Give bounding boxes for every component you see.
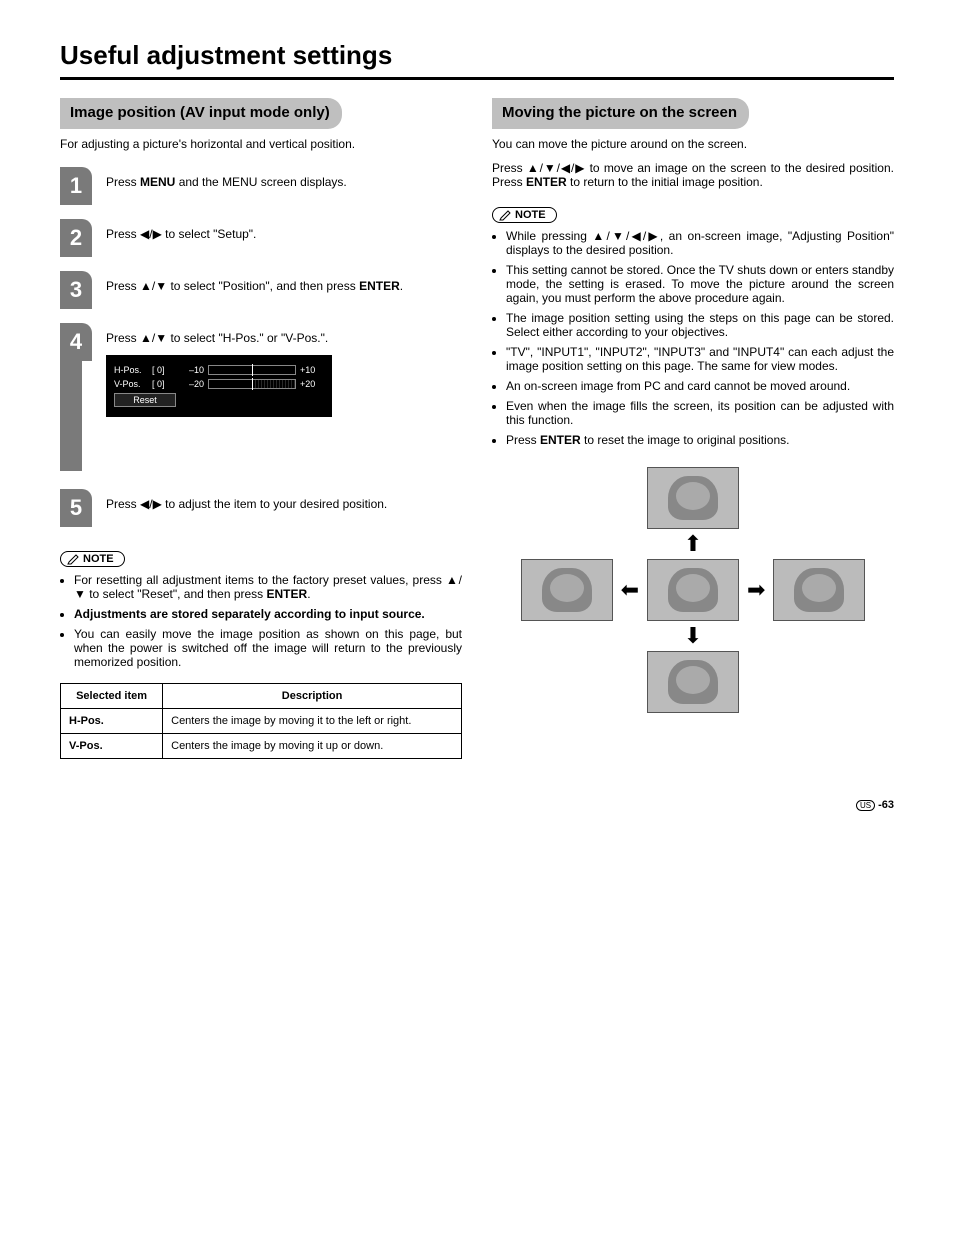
osd-h-min: –10 [180,365,204,375]
step-number: 4 [60,323,92,361]
note-badge: NOTE [492,207,557,223]
osd-v-slider [208,379,296,389]
table-header: Description [163,683,462,708]
up-down-arrow-icon: ▲/▼ [140,279,167,293]
table-cell: V-Pos. [61,733,163,758]
table-cell: H-Pos. [61,708,163,733]
osd-panel: H-Pos. [ 0] –10 +10 V-Pos. [ 0] –20 +20 … [106,355,332,417]
osd-h-slider [208,365,296,375]
osd-h-label: H-Pos. [114,365,152,375]
thumb-right [773,559,865,621]
note-item: You can easily move the image position a… [74,627,462,669]
paragraph: Press ▲/▼/◀/▶ to move an image on the sc… [492,161,894,189]
step-3: 3 Press ▲/▼ to select "Position", and th… [60,271,462,309]
four-way-arrow-icon: ▲/▼/◀/▶ [592,229,659,243]
illustration: ⬆ ⬅ ➡ ⬇ [492,467,894,713]
note-item: Press ENTER to reset the image to origin… [506,433,894,447]
step-number: 2 [60,219,92,257]
step-text: to adjust the item to your desired posit… [162,497,387,511]
menu-bold: MENU [140,175,175,189]
note-label: NOTE [83,553,114,565]
right-column: Moving the picture on the screen You can… [492,98,894,759]
note-item: "TV", "INPUT1", "INPUT2", "INPUT3" and "… [506,345,894,373]
note-item: Adjustments are stored separately accord… [74,607,462,621]
step-side-bar [60,361,82,471]
osd-h-value: [ 0] [152,365,180,375]
note-item: Even when the image fills the screen, it… [506,399,894,427]
step-text: Press [106,227,140,241]
osd-reset: Reset [114,393,176,407]
step-text: to select "Setup". [162,227,257,241]
step-text: Press [106,279,140,293]
note-label: NOTE [515,209,546,221]
osd-v-min: –20 [180,379,204,389]
step-text: . [400,279,403,293]
page-title: Useful adjustment settings [60,40,894,71]
step-2: 2 Press ◀/▶ to select "Setup". [60,219,462,257]
intro-text: For adjusting a picture's horizontal and… [60,137,462,151]
note-icon [67,553,79,565]
us-badge: US [856,800,875,811]
up-arrow-icon: ⬆ [684,533,702,555]
description-table: Selected item Description H-Pos. Centers… [60,683,462,759]
thumb-left [521,559,613,621]
note-item: An on-screen image from PC and card cann… [506,379,894,393]
step-text: Press [106,175,140,189]
note-list: For resetting all adjustment items to th… [60,573,462,669]
osd-h-max: +10 [300,365,324,375]
left-right-arrow-icon: ◀/▶ [140,227,162,241]
note-item: For resetting all adjustment items to th… [74,573,462,601]
section-heading-moving-picture: Moving the picture on the screen [492,98,749,129]
intro-text: You can move the picture around on the s… [492,137,894,151]
note-badge: NOTE [60,551,125,567]
step-text: to select "H-Pos." or "V-Pos.". [167,331,328,345]
thumb-bottom [647,651,739,713]
left-right-arrow-icon: ◀/▶ [140,497,162,511]
table-cell: Centers the image by moving it to the le… [163,708,462,733]
step-1: 1 Press MENU and the MENU screen display… [60,167,462,205]
note-item: This setting cannot be stored. Once the … [506,263,894,305]
up-down-arrow-icon: ▲/▼ [140,331,167,345]
step-text: to select "Position", and then press [167,279,359,293]
down-arrow-icon: ⬇ [684,625,702,647]
osd-v-max: +20 [300,379,324,389]
step-text: and the MENU screen displays. [175,175,346,189]
osd-v-label: V-Pos. [114,379,152,389]
note-item: While pressing ▲/▼/◀/▶, an on-screen ima… [506,229,894,257]
table-header: Selected item [61,683,163,708]
step-text: Press [106,497,140,511]
step-4: 4 Press ▲/▼ to select "H-Pos." or "V-Pos… [60,323,462,471]
section-heading-image-position: Image position (AV input mode only) [60,98,342,129]
step-number: 3 [60,271,92,309]
note-list: While pressing ▲/▼/◀/▶, an on-screen ima… [492,229,894,447]
thumb-center [647,559,739,621]
note-item: The image position setting using the ste… [506,311,894,339]
step-text: Press [106,331,140,345]
left-column: Image position (AV input mode only) For … [60,98,462,759]
step-number: 1 [60,167,92,205]
thumb-top [647,467,739,529]
enter-bold: ENTER [359,279,400,293]
right-arrow-icon: ➡ [747,579,765,601]
osd-v-value: [ 0] [152,379,180,389]
table-cell: Centers the image by moving it up or dow… [163,733,462,758]
left-arrow-icon: ⬅ [621,579,639,601]
four-way-arrow-icon: ▲/▼/◀/▶ [527,161,585,175]
step-number: 5 [60,489,92,527]
step-5: 5 Press ◀/▶ to adjust the item to your d… [60,489,462,527]
note-icon [499,209,511,221]
page-number: US-63 [60,799,894,811]
rule [60,77,894,80]
